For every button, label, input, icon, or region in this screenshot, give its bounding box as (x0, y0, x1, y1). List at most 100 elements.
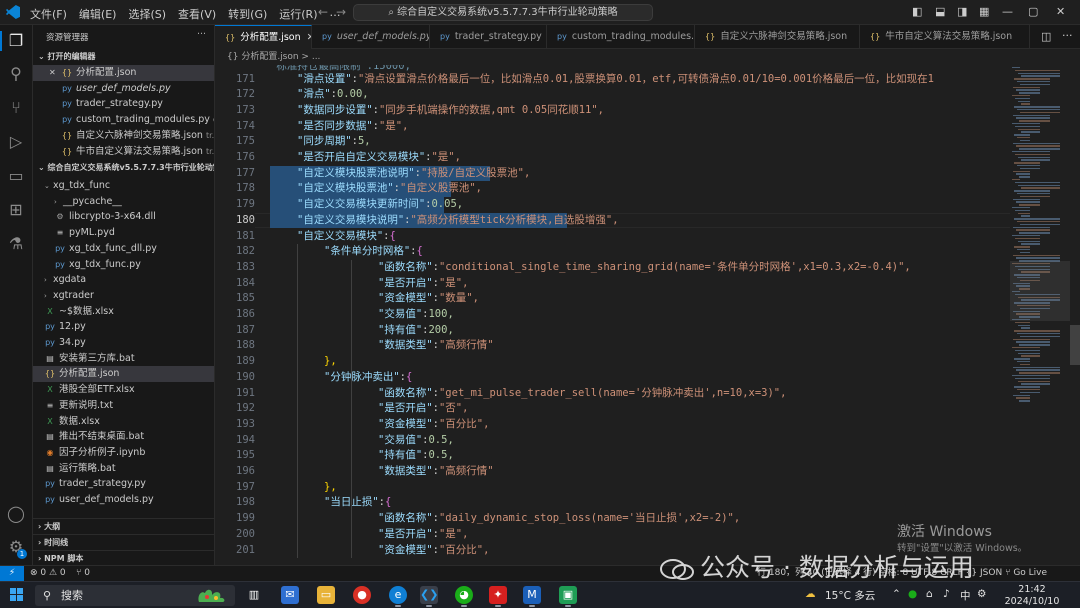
tab-0[interactable]: {}分析配置.json✕ (215, 25, 312, 49)
task-view-icon[interactable]: ▥ (245, 586, 263, 604)
ime-settings-icon[interactable]: ⚙ (977, 588, 986, 600)
tree-file[interactable]: ◉ 因子分析例子.ipynb (33, 445, 214, 461)
trading-app-icon[interactable]: ✦ (489, 586, 507, 607)
search-icon[interactable]: ⚲ (7, 65, 25, 83)
tray-overflow-icon[interactable]: ⌃ (892, 588, 901, 600)
tray-app-icon[interactable]: ● (908, 588, 917, 600)
account-icon[interactable]: ◯ (7, 505, 25, 523)
tree-folder[interactable]: › xgtrader (33, 288, 214, 304)
source-control-icon[interactable]: ⑂ (7, 99, 25, 117)
taskbar-clock[interactable]: 21:42 2024/10/10 (997, 584, 1067, 607)
minimap-line (1018, 212, 1030, 214)
tree-file[interactable]: X 数据.xlsx (33, 414, 214, 430)
more-actions-icon[interactable]: ··· (197, 29, 206, 40)
more-actions-icon[interactable]: ··· (1062, 29, 1073, 42)
weather-text[interactable]: 15°C 多云 (825, 588, 875, 603)
extensions-icon[interactable]: ⊞ (7, 201, 25, 219)
tree-file[interactable]: ⚙ libcrypto-3-x64.dll (33, 209, 214, 225)
scrollbar-thumb[interactable] (1070, 325, 1080, 365)
breadcrumb[interactable]: {} 分析配置.json > ... (215, 49, 1080, 65)
tab-1[interactable]: py user_def_models.py (312, 25, 430, 49)
ports-count[interactable]: ⑂ 0 (76, 566, 90, 581)
open-editor-item[interactable]: {}自定义六脉神剑交易策略.jsontr... (33, 128, 214, 144)
tree-file[interactable]: X ~$数据.xlsx (33, 304, 214, 320)
tree-file[interactable]: ▤ 安装第三方库.bat (33, 351, 214, 367)
npm-scripts-section[interactable]: › NPM 脚本 (33, 550, 214, 565)
tab-2[interactable]: py trader_strategy.py (430, 25, 547, 49)
toggle-panel-icon[interactable]: ⬓ (935, 5, 945, 18)
minimap-line (1013, 142, 1060, 144)
file-explorer-icon[interactable]: ▭ (317, 586, 335, 604)
run-debug-icon[interactable]: ▷ (7, 133, 25, 151)
tree-folder[interactable]: › __pycache__ (33, 194, 214, 210)
remote-explorer-icon[interactable]: ▭ (7, 167, 25, 185)
tree-file[interactable]: ≡ 更新说明.txt (33, 398, 214, 414)
customize-layout-icon[interactable]: ▦ (979, 5, 989, 18)
menu-selection[interactable]: 选择(S) (128, 6, 166, 22)
open-editor-item[interactable]: {}牛市自定义算法交易策略.jsontr... (33, 144, 214, 160)
remote-indicator[interactable]: ⚡ (0, 566, 24, 582)
tree-file[interactable]: py user_def_models.py (33, 492, 214, 508)
command-center[interactable]: ⌕ 综合自定义交易系统v5.5.7.7.3牛市行业轮动策略 (353, 4, 653, 21)
network-icon[interactable]: ⌂ (926, 588, 933, 600)
volume-icon[interactable]: ♪ (943, 588, 950, 600)
menu-edit[interactable]: 编辑(E) (79, 6, 117, 22)
mail-app-icon[interactable]: ✉ (281, 586, 299, 604)
edge-icon[interactable]: e (389, 586, 407, 607)
menu-goto[interactable]: 转到(G) (228, 6, 267, 22)
open-editor-item[interactable]: ✕{} 分析配置.json (33, 65, 214, 81)
testing-icon[interactable]: ⚗ (7, 235, 25, 253)
tree-file[interactable]: py xg_tdx_func.py (33, 257, 214, 273)
minimize-icon[interactable]: — (1002, 5, 1013, 18)
vscode-taskbar-icon[interactable]: ❮❯ (420, 586, 438, 607)
taskbar-search[interactable]: ⚲ 搜索 (35, 585, 235, 606)
menu-view[interactable]: 查看(V) (178, 6, 216, 22)
problems-count[interactable]: ⊗ 0 ⚠ 0 (30, 566, 66, 581)
forward-arrow-icon[interactable]: → (336, 5, 346, 19)
tree-folder[interactable]: › xgdata (33, 272, 214, 288)
python-file-icon: py (440, 32, 450, 41)
tree-file[interactable]: py 12.py (33, 319, 214, 335)
minimap[interactable] (1010, 65, 1080, 565)
close-icon[interactable]: ✕ (1056, 5, 1065, 18)
menu-file[interactable]: 文件(F) (30, 6, 67, 22)
code-editor[interactable]: "标准持仓最高限制":15000, 171 "滑点设置":"滑点设置滑点价格最后一位… (215, 65, 1010, 565)
folder-header[interactable]: ⌄ 综合自定义交易系统v5.5.7.7.3牛市行业轮动策... (33, 160, 214, 176)
tree-file[interactable]: X 港股全部ETF.xlsx (33, 382, 214, 398)
tree-file[interactable]: ≡ pyML.pyd (33, 225, 214, 241)
tree-file[interactable]: ▤ 运行策略.bat (33, 461, 214, 477)
open-editor-item[interactable]: pycustom_trading_modules.pycus... (33, 112, 214, 128)
tab-5[interactable]: {} 牛市自定义算法交易策略.json (860, 25, 1030, 49)
tree-file[interactable]: py trader_strategy.py (33, 476, 214, 492)
ime-indicator[interactable]: 中 (960, 588, 971, 603)
split-editor-icon[interactable]: ◫ (1041, 30, 1051, 43)
close-icon[interactable]: ✕ (49, 65, 61, 81)
outline-section[interactable]: › 大纲 (33, 518, 214, 534)
toggle-sidebar-icon[interactable]: ◧ (912, 5, 922, 18)
tab-3[interactable]: py custom_trading_modules.py (547, 25, 695, 49)
chrome-icon[interactable]: ● (353, 586, 371, 604)
tree-file[interactable]: {} 分析配置.json (33, 366, 214, 383)
explorer-icon[interactable]: ❐ (7, 32, 25, 50)
tree-file[interactable]: ▤ 推出不结束桌面.bat (33, 429, 214, 445)
tree-file[interactable]: py xg_tdx_func_dll.py (33, 241, 214, 257)
minimap-line (1015, 153, 1050, 156)
wechat-app-icon[interactable]: ◕ (455, 586, 473, 607)
open-editors-header[interactable]: ⌄ 打开的编辑器 (33, 49, 214, 65)
back-arrow-icon[interactable]: ← (318, 5, 328, 19)
menu-run[interactable]: 运行(R) (279, 6, 317, 22)
tab-4[interactable]: {} 自定义六脉神剑交易策略.json (695, 25, 860, 49)
maximize-icon[interactable]: ▢ (1028, 5, 1038, 18)
open-editor-item[interactable]: py trader_strategy.py (33, 96, 214, 112)
weather-icon[interactable]: ☁ (805, 588, 816, 600)
terminal-app-icon[interactable]: ▣ (559, 586, 577, 607)
timeline-section[interactable]: › 时间线 (33, 534, 214, 550)
toggle-secondary-sidebar-icon[interactable]: ◨ (957, 5, 967, 18)
stock-app-icon[interactable]: M (523, 586, 541, 607)
open-editor-item[interactable]: py user_def_models.py (33, 81, 214, 97)
windows-start-icon[interactable] (10, 588, 24, 602)
minimap-line (1017, 333, 1060, 335)
tree-folder[interactable]: ⌄ xg_tdx_func (33, 178, 214, 194)
minimap-viewport[interactable] (1010, 261, 1070, 321)
tree-file[interactable]: py 34.py (33, 335, 214, 351)
